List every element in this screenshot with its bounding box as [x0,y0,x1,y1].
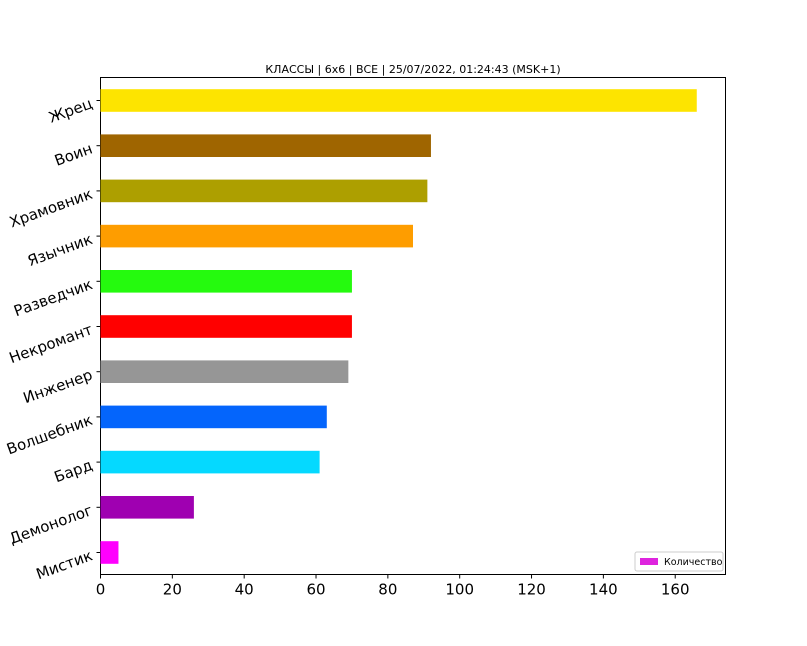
x-tick-label: 120 [517,581,546,599]
y-tick-label: Некромант [7,320,95,367]
y-tick-label: Демонолог [7,501,95,548]
bars-group [100,89,697,564]
x-tick-label: 80 [378,581,397,599]
y-axis: Жрец Воин ХрамовникЯзычник РазведчикНекрома… [4,94,101,583]
y-tick-label: Храмовник [7,185,95,232]
bar-1 [100,89,697,112]
x-axis: 0 20 40 60 80 100 120 140 160 [96,574,690,599]
bar-5 [100,270,352,293]
legend-label: Количество [664,557,723,568]
bar-10 [100,496,194,519]
chart-title: КЛАССЫ | 6x6 | ВСЕ | 25/07/2022, 01:24:4… [265,63,560,76]
bar-chart: КЛАССЫ | 6x6 | ВСЕ | 25/07/2022, 01:24:4… [4,63,726,599]
bar-4 [100,224,413,248]
bar-8 [100,405,327,429]
bar-11 [100,541,119,564]
y-tick-label: Волшебник [4,411,95,459]
bar-6 [100,315,352,338]
y-tick-label: Язычник [25,230,95,270]
x-tick-label: 40 [235,581,254,599]
bar-7 [100,360,349,383]
legend-swatch [640,558,658,565]
x-tick-label: 140 [589,581,618,599]
bar-9 [100,450,320,474]
y-tick-label: Жрец [46,94,95,126]
x-tick-label: 160 [661,581,690,599]
x-tick-label: 60 [306,581,325,599]
x-tick-label: 20 [163,581,182,599]
y-tick-label: Воин [52,140,95,170]
bar-3 [100,179,428,203]
y-tick-label: Инженер [21,366,95,408]
legend: Количество [634,551,724,572]
x-tick-label: 100 [445,581,474,599]
y-tick-label: Бард [52,456,95,486]
y-tick-label: Мистик [34,546,95,583]
y-tick-label: Разведчик [11,275,95,320]
bar-2 [100,134,431,157]
x-tick-label: 0 [96,581,106,599]
